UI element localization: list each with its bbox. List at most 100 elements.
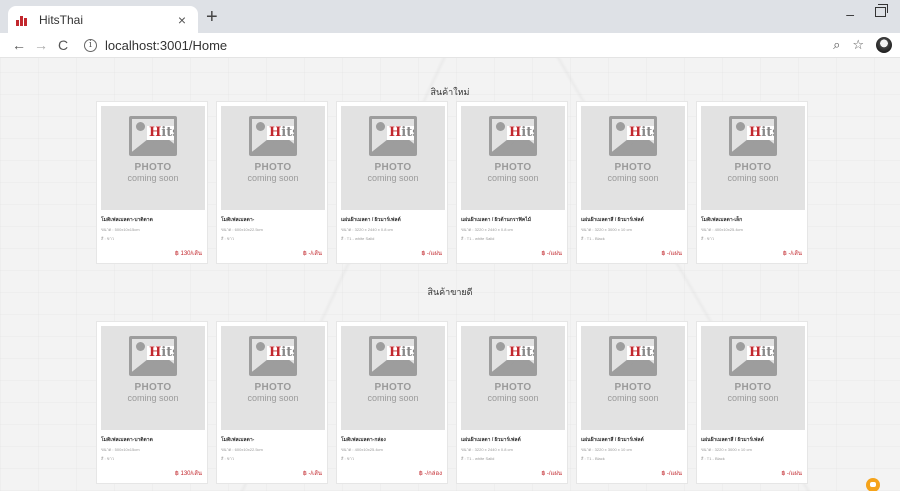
- product-card[interactable]: Hits PHOTO coming soon โมดิเฟลเมลดา-กล่อ…: [336, 321, 448, 484]
- reload-button[interactable]: C: [52, 37, 74, 53]
- placeholder-coming-soon-text: coming soon: [127, 393, 179, 403]
- product-card[interactable]: Hits PHOTO coming soon แผ่นฝ้าเมลดาสี / …: [576, 101, 688, 264]
- tab-title: HitsThai: [39, 12, 84, 27]
- image-placeholder-icon: Hits: [729, 336, 777, 376]
- section-title-new-products: สินค้าใหม่: [430, 87, 470, 97]
- product-card[interactable]: Hits PHOTO coming soon แผ่นฝ้าเมลดา / ผิ…: [336, 101, 448, 264]
- product-name: แผ่นฝ้าเมลดา / ผิวมาร์เฟลต์: [461, 437, 521, 443]
- placeholder-photo-text: PHOTO: [134, 382, 172, 393]
- hits-logo: Hits: [627, 126, 654, 140]
- hits-logo: Hits: [507, 346, 534, 360]
- product-image-placeholder: Hits PHOTO coming soon: [581, 106, 685, 210]
- product-name: โมดิเฟลเมลดา-กล่อง: [341, 437, 386, 443]
- placeholder-photo-text: PHOTO: [254, 382, 292, 393]
- image-placeholder-icon: Hits: [609, 116, 657, 156]
- placeholder-coming-soon-text: coming soon: [727, 173, 779, 183]
- product-card[interactable]: Hits PHOTO coming soon โมดิเฟลเมลดา- ขนา…: [216, 101, 328, 264]
- placeholder-photo-text: PHOTO: [494, 382, 532, 393]
- product-image-placeholder: Hits PHOTO coming soon: [701, 326, 805, 430]
- product-size: ขนาด : 400x10x25.4cm: [341, 447, 383, 452]
- browser-toolbar: ← → C i localhost:3001/Home ⌕ ☆: [0, 33, 900, 58]
- product-name: โมดิเฟลเมลดา-บาดิดาด: [101, 437, 153, 443]
- product-size: ขนาด : 3220 x 2440 x 0.8 cm: [461, 227, 513, 232]
- image-placeholder-icon: Hits: [249, 336, 297, 376]
- product-size: ขนาด : 600x10x22.5cm: [221, 447, 263, 452]
- product-size: ขนาด : 3220 x 2440 x 0.8 cm: [461, 447, 513, 452]
- placeholder-coming-soon-text: coming soon: [487, 393, 539, 403]
- hits-logo: Hits: [747, 126, 774, 140]
- chat-button[interactable]: [866, 478, 880, 491]
- product-card[interactable]: Hits PHOTO coming soon แผ่นฝ้าเมลดาสี / …: [696, 321, 808, 484]
- product-color: สี : T1 - Black: [701, 456, 725, 461]
- best-sellers-row: Hits PHOTO coming soon โมดิเฟลเมลดา-บาดิ…: [96, 321, 808, 484]
- product-image-placeholder: Hits PHOTO coming soon: [341, 106, 445, 210]
- product-color: สี : ขาว: [101, 456, 115, 461]
- new-tab-button[interactable]: +: [206, 7, 218, 27]
- product-color: สี : ขาว: [221, 236, 235, 241]
- placeholder-coming-soon-text: coming soon: [607, 173, 659, 183]
- hits-logo: Hits: [147, 346, 174, 360]
- placeholder-coming-soon-text: coming soon: [367, 173, 419, 183]
- restore-window-icon[interactable]: [875, 4, 888, 17]
- product-color: สี : ขาว: [221, 456, 235, 461]
- product-image-placeholder: Hits PHOTO coming soon: [101, 106, 205, 210]
- address-bar[interactable]: localhost:3001/Home: [105, 38, 227, 53]
- placeholder-photo-text: PHOTO: [254, 162, 292, 173]
- image-placeholder-icon: Hits: [249, 116, 297, 156]
- close-tab-icon[interactable]: ×: [174, 12, 190, 28]
- product-card[interactable]: Hits PHOTO coming soon โมดิเฟลเมลดา- ขนา…: [216, 321, 328, 484]
- profile-avatar[interactable]: [876, 37, 892, 53]
- product-color: สี : ขาว: [341, 456, 355, 461]
- placeholder-coming-soon-text: coming soon: [247, 173, 299, 183]
- product-name: โมดิเฟลเมลดา-: [221, 217, 255, 223]
- image-placeholder-icon: Hits: [609, 336, 657, 376]
- placeholder-coming-soon-text: coming soon: [247, 393, 299, 403]
- product-size: ขนาด : 500x10x15cm: [101, 227, 140, 232]
- product-image-placeholder: Hits PHOTO coming soon: [341, 326, 445, 430]
- product-color: สี : T1 - white Salid: [341, 236, 375, 241]
- product-card[interactable]: Hits PHOTO coming soon แผ่นฝ้าเมลดาสี / …: [576, 321, 688, 484]
- zoom-icon[interactable]: ⌕: [833, 37, 840, 53]
- placeholder-coming-soon-text: coming soon: [607, 393, 659, 403]
- product-color: สี : T1 - Black: [581, 236, 605, 241]
- product-price: ฿ -/กล่อง: [419, 471, 442, 477]
- product-color: สี : T1 - Black: [581, 456, 605, 461]
- product-card[interactable]: Hits PHOTO coming soon โมดิเฟลเมลดา-บาดิ…: [96, 321, 208, 484]
- image-placeholder-icon: Hits: [489, 116, 537, 156]
- image-placeholder-icon: Hits: [129, 336, 177, 376]
- product-price: ฿ -/แผ่น: [541, 471, 562, 477]
- product-image-placeholder: Hits PHOTO coming soon: [461, 106, 565, 210]
- site-info-icon[interactable]: i: [84, 38, 97, 52]
- product-price: ฿ 130/เส้น: [175, 251, 202, 257]
- forward-button[interactable]: →: [30, 37, 52, 53]
- browser-tab[interactable]: HitsThai ×: [8, 6, 198, 33]
- product-image-placeholder: Hits PHOTO coming soon: [581, 326, 685, 430]
- placeholder-photo-text: PHOTO: [614, 382, 652, 393]
- hits-logo: Hits: [147, 126, 174, 140]
- placeholder-coming-soon-text: coming soon: [367, 393, 419, 403]
- bookmark-star-icon[interactable]: ☆: [852, 37, 864, 53]
- product-name: โมดิเฟลเมลดา-บาดิดาด: [101, 217, 153, 223]
- placeholder-photo-text: PHOTO: [374, 162, 412, 173]
- product-card[interactable]: Hits PHOTO coming soon แผ่นฝ้าเมลดา / ผิ…: [456, 101, 568, 264]
- browser-tab-bar: HitsThai × + –: [0, 0, 900, 33]
- minimize-icon[interactable]: –: [846, 6, 854, 22]
- hits-logo: Hits: [387, 126, 414, 140]
- hits-logo: Hits: [507, 126, 534, 140]
- product-name: โมดิเฟลเมลดา-เล็ก: [701, 217, 743, 223]
- product-card[interactable]: Hits PHOTO coming soon แผ่นฝ้าเมลดา / ผิ…: [456, 321, 568, 484]
- page-content: สินค้าใหม่ Hits PHOTO coming soon โมดิเฟ…: [0, 58, 900, 491]
- product-card[interactable]: Hits PHOTO coming soon โมดิเฟลเมลดา-บาดิ…: [96, 101, 208, 264]
- product-image-placeholder: Hits PHOTO coming soon: [221, 106, 325, 210]
- hits-logo: Hits: [627, 346, 654, 360]
- placeholder-photo-text: PHOTO: [734, 162, 772, 173]
- product-color: สี : ขาว: [701, 236, 715, 241]
- product-color: สี : ขาว: [101, 236, 115, 241]
- product-card[interactable]: Hits PHOTO coming soon โมดิเฟลเมลดา-เล็ก…: [696, 101, 808, 264]
- hits-logo: Hits: [387, 346, 414, 360]
- product-price: ฿ 130/เส้น: [175, 471, 202, 477]
- back-button[interactable]: ←: [8, 37, 30, 53]
- product-price: ฿ -/แผ่น: [421, 251, 442, 257]
- hits-logo: Hits: [747, 346, 774, 360]
- product-image-placeholder: Hits PHOTO coming soon: [701, 106, 805, 210]
